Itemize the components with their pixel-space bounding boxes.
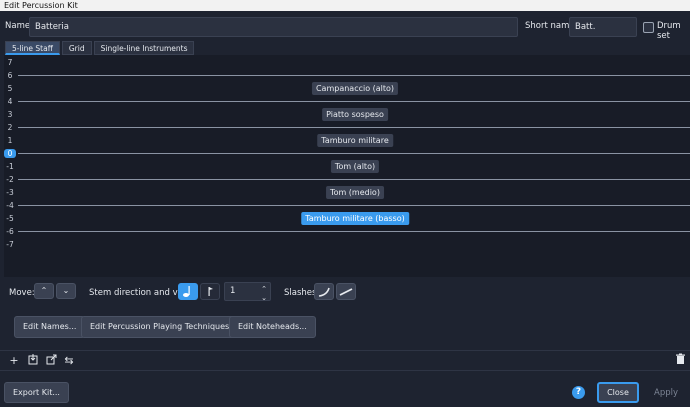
instrument-campanaccio-alto[interactable]: Campanaccio (alto) xyxy=(311,82,399,95)
move-down-button[interactable]: ⌄ xyxy=(56,283,76,299)
note-controls-row: Move: ⌃ ⌄ Stem direction and voice: 1 ⌃ … xyxy=(0,281,690,303)
row-number: 6 xyxy=(7,71,13,80)
window-title: Edit Percussion Kit xyxy=(0,0,690,11)
stem-up-note-icon xyxy=(183,286,190,297)
staff-line xyxy=(18,75,690,76)
swap-icon[interactable]: ⇆ xyxy=(61,353,77,369)
staff-line xyxy=(18,153,690,154)
import-icon[interactable] xyxy=(25,353,41,369)
tab-grid[interactable]: Grid xyxy=(61,41,92,55)
apply-button[interactable]: Apply xyxy=(654,388,678,398)
add-icon[interactable]: + xyxy=(6,353,22,369)
edit-playing-techniques-button[interactable]: Edit Percussion Playing Techniques... xyxy=(81,316,246,338)
row-number: 4 xyxy=(7,97,13,106)
move-up-button[interactable]: ⌃ xyxy=(34,283,54,299)
row-number: -1 xyxy=(6,162,14,171)
row-number-selected[interactable]: 0 xyxy=(4,149,16,158)
edit-noteheads-button[interactable]: Edit Noteheads... xyxy=(229,316,316,338)
drum-set-label: Drum set xyxy=(657,21,681,41)
row-number: -3 xyxy=(6,188,14,197)
row-number: 3 xyxy=(7,110,13,119)
slash-style-2-button[interactable] xyxy=(336,283,356,300)
staff-line xyxy=(18,205,690,206)
row-number: -4 xyxy=(6,201,14,210)
stem-down-note-icon xyxy=(208,287,213,296)
row-number: 7 xyxy=(7,58,13,67)
row-number: 1 xyxy=(7,136,13,145)
slash-curve-icon xyxy=(318,287,330,297)
view-tabs: 5-line Staff Grid Single-line Instrument… xyxy=(5,41,196,55)
slash-line-icon xyxy=(339,288,353,296)
help-icon[interactable]: ? xyxy=(572,386,585,399)
voice-value: 1 xyxy=(230,286,236,296)
drum-set-checkbox[interactable] xyxy=(643,22,654,33)
staff-line xyxy=(18,101,690,102)
voice-spinbox[interactable]: 1 ⌃ ⌄ xyxy=(224,282,271,302)
move-label: Move: xyxy=(9,288,35,298)
row-number: -7 xyxy=(6,240,14,249)
instrument-tom-medio[interactable]: Tom (medio) xyxy=(326,186,384,199)
instrument-tom-alto[interactable]: Tom (alto) xyxy=(330,160,380,173)
export-kit-button[interactable]: Export Kit... xyxy=(4,382,69,403)
divider xyxy=(0,350,690,351)
row-number: -6 xyxy=(6,227,14,236)
tab-5-line-staff[interactable]: 5-line Staff xyxy=(5,41,60,55)
staff-line xyxy=(18,179,690,180)
tab-single-line-instruments[interactable]: Single-line Instruments xyxy=(93,41,195,55)
row-number: 5 xyxy=(7,84,13,93)
export-icon[interactable] xyxy=(43,353,59,369)
close-button[interactable]: Close xyxy=(597,382,639,403)
name-input[interactable]: Batteria xyxy=(29,17,518,37)
name-row: Name: Batteria Short name: Batt. Drum se… xyxy=(0,13,690,41)
instrument-tamburo-militare[interactable]: Tamburo militare xyxy=(317,134,393,147)
delete-icon[interactable] xyxy=(672,353,688,369)
row-number: 2 xyxy=(7,123,13,132)
staff-view[interactable]: 7 6 5 4 3 2 1 0 -1 -2 -3 -4 -5 -6 -7 Cam… xyxy=(4,55,690,277)
stem-down-button[interactable] xyxy=(200,283,220,300)
slash-style-1-button[interactable] xyxy=(314,283,334,300)
short-name-input[interactable]: Batt. xyxy=(569,17,637,37)
chevron-up-icon: ⌃ xyxy=(40,286,48,295)
staff-line xyxy=(18,231,690,232)
row-number: -2 xyxy=(6,175,14,184)
instrument-piatto-sospeso[interactable]: Piatto sospeso xyxy=(322,108,388,121)
instrument-tamburo-militare-basso[interactable]: Tamburo militare (basso) xyxy=(301,212,409,225)
staff-line xyxy=(18,127,690,128)
spin-down-icon[interactable]: ⌄ xyxy=(261,290,267,307)
stem-up-button[interactable] xyxy=(178,283,198,300)
chevron-down-icon: ⌄ xyxy=(62,286,70,295)
row-number: -5 xyxy=(6,214,14,223)
edit-names-button[interactable]: Edit Names... xyxy=(14,316,86,338)
divider xyxy=(0,370,690,371)
